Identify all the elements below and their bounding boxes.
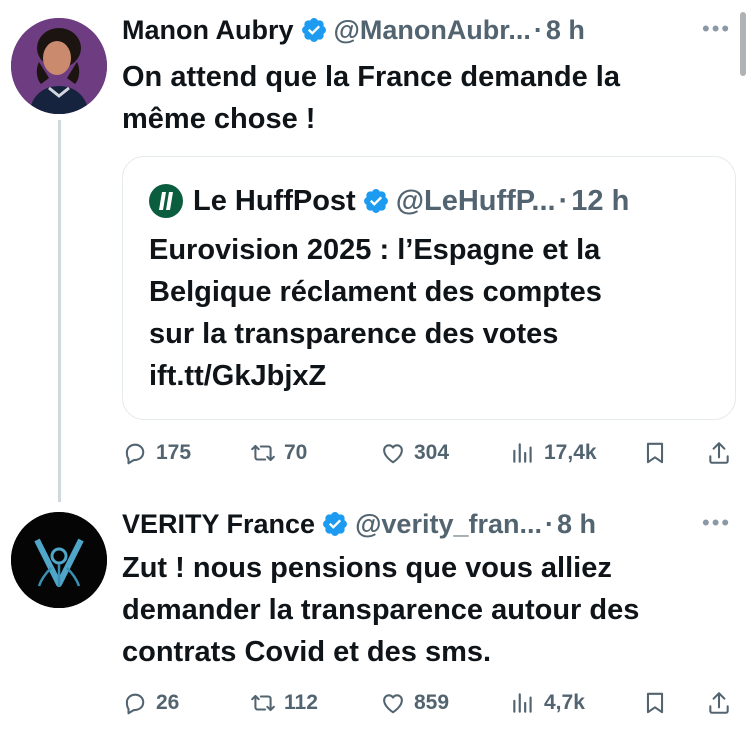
views-button[interactable]: 17,4k xyxy=(510,438,597,468)
quoted-text-line: Belgique réclament des comptes xyxy=(149,276,602,308)
display-name[interactable]: VERITY France xyxy=(122,509,315,540)
more-options-icon[interactable]: ••• xyxy=(702,18,730,40)
reply-icon xyxy=(122,440,148,466)
tweet-text-line: On attend que la France demande la xyxy=(122,61,620,93)
separator-dot: · xyxy=(558,184,569,217)
handle[interactable]: @ManonAubr... xyxy=(334,15,531,46)
tweet-header: VERITY France @verity_fran... · 8 h xyxy=(122,508,596,540)
reply-count: 175 xyxy=(156,441,192,464)
bookmark-icon xyxy=(642,690,668,716)
heart-icon xyxy=(380,690,406,716)
avatar[interactable] xyxy=(11,512,107,608)
views-button[interactable]: 4,7k xyxy=(510,688,585,718)
retweet-button[interactable]: 70 xyxy=(250,438,307,468)
heart-icon xyxy=(380,440,406,466)
quoted-display-name[interactable]: Le HuffPost xyxy=(193,185,356,218)
verified-badge-icon xyxy=(321,510,349,538)
tweet-text-line: même chose ! xyxy=(122,103,316,135)
bookmark-button[interactable] xyxy=(642,688,668,718)
tweet-text: On attend que la France demande la même … xyxy=(122,56,722,140)
retweet-icon xyxy=(250,690,276,716)
like-button[interactable]: 304 xyxy=(380,438,449,468)
tweet-manon-aubry[interactable]: Manon Aubry @ManonAubr... · 8 h ••• On a… xyxy=(0,0,748,502)
like-button[interactable]: 859 xyxy=(380,688,449,718)
quoted-text-line: Eurovision 2025 : l’Espagne et la xyxy=(149,234,601,266)
retweet-button[interactable]: 112 xyxy=(250,688,318,718)
retweet-count: 112 xyxy=(284,691,318,714)
handle[interactable]: @verity_fran... xyxy=(355,509,542,540)
quoted-timestamp[interactable]: 12 h xyxy=(571,185,629,218)
tweet-text-line: Zut ! nous pensions que vous alliez xyxy=(122,552,612,584)
bookmark-button[interactable] xyxy=(642,438,668,468)
more-options-icon[interactable]: ••• xyxy=(702,512,730,534)
views-icon xyxy=(510,690,536,716)
tweet-text: Zut ! nous pensions que vous alliez dema… xyxy=(122,547,722,673)
views-count: 4,7k xyxy=(544,691,585,714)
thread-line xyxy=(58,120,61,502)
reply-button[interactable]: 26 xyxy=(122,688,179,718)
tweet-header: Manon Aubry @ManonAubr... · 8 h xyxy=(122,14,585,46)
retweet-count: 70 xyxy=(284,441,308,464)
separator-dot: · xyxy=(544,508,554,539)
views-icon xyxy=(510,440,536,466)
avatar[interactable] xyxy=(11,18,107,114)
tweet-text-line: demander la transparence autour des xyxy=(122,594,640,626)
quoted-text-line: sur la transparence des votes xyxy=(149,318,559,350)
share-button[interactable] xyxy=(706,438,732,468)
quoted-handle[interactable]: @LeHuffP... xyxy=(396,185,556,218)
views-count: 17,4k xyxy=(544,441,597,464)
reply-count: 26 xyxy=(156,691,180,714)
tweet-text-line: contrats Covid et des sms. xyxy=(122,636,492,668)
tweet-actions: 26 112 859 4,7k xyxy=(122,688,738,718)
quoted-tweet-card[interactable]: Le HuffPost @LeHuffP... · 12 h Eurovisio… xyxy=(122,156,736,420)
separator-dot: · xyxy=(533,14,543,45)
like-count: 304 xyxy=(414,441,450,464)
verified-badge-icon xyxy=(362,187,390,215)
timestamp[interactable]: 8 h xyxy=(557,509,596,540)
share-button[interactable] xyxy=(706,688,732,718)
display-name[interactable]: Manon Aubry xyxy=(122,15,294,46)
quoted-tweet-header: Le HuffPost @LeHuffP... · 12 h xyxy=(149,183,629,219)
verified-badge-icon xyxy=(300,16,328,44)
share-icon xyxy=(706,690,732,716)
tweet-actions: 175 70 304 17,4k xyxy=(122,438,738,468)
like-count: 859 xyxy=(414,691,450,714)
retweet-icon xyxy=(250,440,276,466)
reply-icon xyxy=(122,690,148,716)
reply-button[interactable]: 175 xyxy=(122,438,191,468)
quoted-tweet-text: Eurovision 2025 : l’Espagne et la Belgiq… xyxy=(149,229,709,397)
huffpost-logo-icon xyxy=(149,184,183,218)
share-icon xyxy=(706,440,732,466)
bookmark-icon xyxy=(642,440,668,466)
quoted-link[interactable]: ift.tt/GkJbjxZ xyxy=(149,355,709,397)
tweet-verity-france[interactable]: VERITY France @verity_fran... · 8 h ••• … xyxy=(0,500,748,733)
timestamp[interactable]: 8 h xyxy=(546,15,585,46)
